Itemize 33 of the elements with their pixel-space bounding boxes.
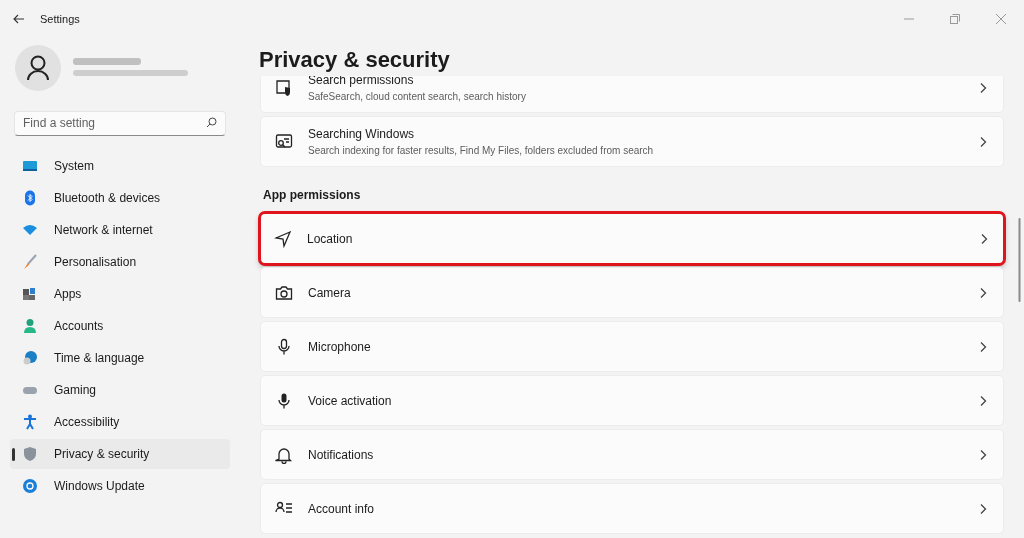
row-title: Voice activation: [308, 392, 393, 410]
sidebar-item[interactable]: Accessibility: [10, 407, 230, 437]
sidebar-item[interactable]: Network & internet: [10, 215, 230, 245]
sidebar-item[interactable]: Privacy & security: [10, 439, 230, 469]
settings-row[interactable]: Camera: [260, 267, 1004, 318]
sidebar-item[interactable]: Accounts: [10, 311, 230, 341]
row-subtitle: Search indexing for faster results, Find My Files, folders excluded from search: [308, 144, 655, 158]
settings-row[interactable]: Voice activation: [260, 375, 1004, 426]
page-title: Privacy & security: [259, 46, 451, 74]
window-title: Settings: [40, 11, 80, 27]
settings-row[interactable]: Account info: [260, 483, 1004, 534]
settings-row[interactable]: Notifications: [260, 429, 1004, 480]
section-heading: App permissions: [263, 187, 362, 204]
row-title: Account info: [308, 500, 376, 518]
search-field[interactable]: Find a setting: [14, 110, 226, 136]
settings-row[interactable]: Microphone: [260, 321, 1004, 372]
settings-row[interactable]: Location: [260, 213, 1004, 264]
row-title: Microphone: [308, 338, 372, 356]
sidebar-item[interactable]: Windows Update: [10, 471, 230, 501]
row-title: Notifications: [308, 446, 375, 464]
row-title: Camera: [308, 284, 352, 302]
sidebar-item[interactable]: Apps: [10, 279, 230, 309]
row-title: Search permissions: [308, 76, 415, 89]
row-title: Location: [307, 230, 354, 248]
row-title: Searching Windows: [308, 126, 416, 143]
sidebar-item[interactable]: System: [10, 151, 230, 181]
sidebar-item[interactable]: Gaming: [10, 375, 230, 405]
settings-row[interactable]: Searching Windows Search indexing for faster results, Find My Files, folders excluded from search: [260, 116, 1004, 167]
sidebar-item[interactable]: Bluetooth & devices: [10, 183, 230, 213]
settings-row[interactable]: Search permissions SafeSearch, cloud content search, search history: [260, 76, 1004, 113]
row-subtitle: SafeSearch, cloud content search, search history: [308, 90, 527, 104]
sidebar-item[interactable]: Personalisation: [10, 247, 230, 277]
sidebar-item[interactable]: Time & language: [10, 343, 230, 373]
